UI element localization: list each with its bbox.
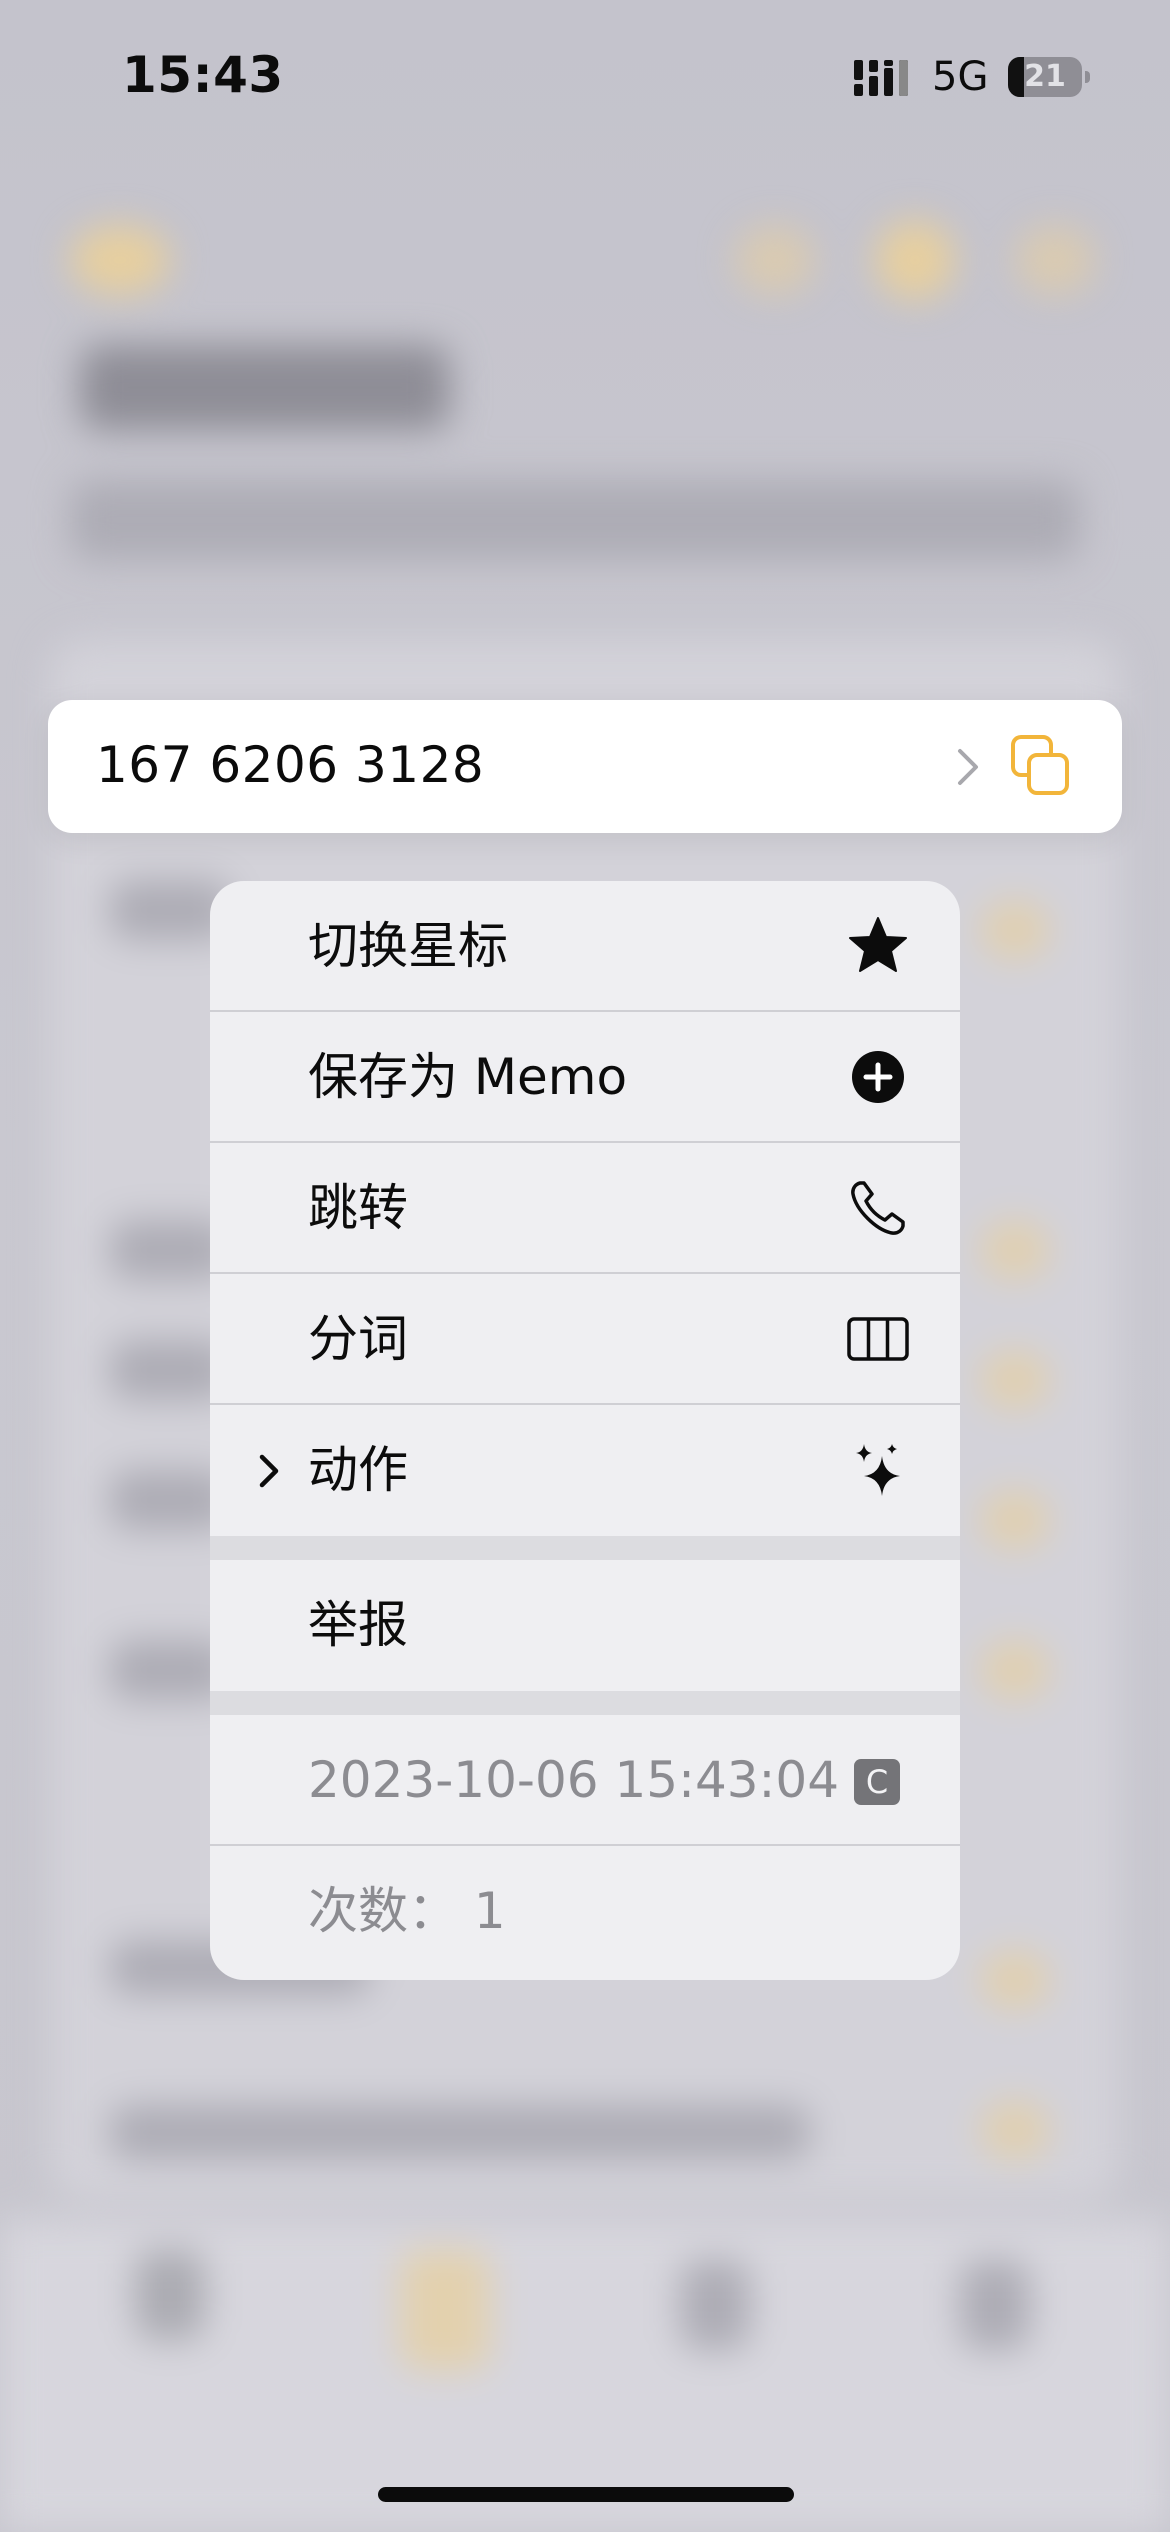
cellular-signal-icon [854, 60, 908, 96]
c-badge-icon: C [854, 1759, 900, 1805]
home-indicator[interactable] [378, 2487, 794, 2502]
context-menu: 切换星标 保存为 Memo 跳转 分词 动作 举报 2023-10-06 15:… [210, 881, 960, 1980]
blurred-toolbar-icon [735, 225, 815, 295]
menu-item-report[interactable]: 举报 [210, 1560, 960, 1691]
phone-icon [851, 1181, 905, 1235]
columns-icon [847, 1317, 909, 1361]
status-time: 15:43 [122, 46, 284, 104]
menu-item-timestamp: 2023-10-06 15:43:04 C [210, 1715, 960, 1846]
blurred-tab-icon [680, 2260, 750, 2350]
menu-item-save-memo[interactable]: 保存为 Memo [210, 1012, 960, 1143]
menu-item-actions[interactable]: 动作 [210, 1405, 960, 1536]
selected-phone-row[interactable]: 167 6206 3128 [48, 700, 1122, 833]
network-type-label: 5G [932, 54, 989, 100]
menu-item-jump[interactable]: 跳转 [210, 1143, 960, 1274]
plus-circle-icon [852, 1051, 904, 1103]
blurred-row-icon [980, 1220, 1050, 1280]
menu-item-segment[interactable]: 分词 [210, 1274, 960, 1405]
menu-item-label: 保存为 Memo [308, 1048, 628, 1106]
phone-number-text: 167 6206 3128 [96, 736, 485, 794]
menu-item-count: 次数： 1 [210, 1846, 960, 1977]
blurred-row-icon [980, 2100, 1050, 2160]
menu-item-label: 跳转 [308, 1179, 408, 1237]
star-icon [849, 917, 907, 972]
blurred-row-icon [980, 1490, 1050, 1550]
menu-separator [210, 1536, 960, 1560]
blurred-page-title [80, 345, 450, 430]
blurred-tab-icon [400, 2250, 490, 2370]
menu-item-label: 举报 [308, 1596, 408, 1654]
blurred-tab-icon [135, 2250, 205, 2340]
blurred-tab-icon [960, 2260, 1030, 2350]
battery-level: 21 [1024, 59, 1066, 94]
blurred-row-icon [980, 900, 1050, 960]
blurred-back-button [70, 225, 170, 295]
count-text: 次数： 1 [308, 1882, 506, 1940]
blurred-search-bar [70, 480, 1080, 560]
blurred-toolbar-icon [875, 220, 955, 300]
menu-item-label: 动作 [308, 1441, 408, 1499]
blurred-toolbar-icon [1015, 225, 1095, 295]
battery-cap [1085, 71, 1090, 83]
status-bar: 15:43 5G 21 [0, 0, 1170, 150]
chevron-right-icon[interactable] [953, 744, 983, 790]
blurred-row-icon [980, 1350, 1050, 1410]
battery-icon: 21 [1008, 57, 1090, 97]
timestamp-text: 2023-10-06 15:43:04 [308, 1751, 840, 1809]
menu-separator [210, 1691, 960, 1715]
sparkles-icon [856, 1444, 900, 1496]
blurred-row-icon [980, 1640, 1050, 1700]
battery-body: 21 [1008, 57, 1082, 97]
menu-item-toggle-star[interactable]: 切换星标 [210, 881, 960, 1012]
chevron-right-icon [259, 1454, 279, 1488]
menu-item-label: 切换星标 [308, 917, 508, 975]
menu-item-label: 分词 [308, 1310, 408, 1368]
copy-icon[interactable] [1010, 734, 1072, 798]
blurred-row-text [110, 2105, 810, 2160]
blurred-row-icon [980, 1950, 1050, 2010]
